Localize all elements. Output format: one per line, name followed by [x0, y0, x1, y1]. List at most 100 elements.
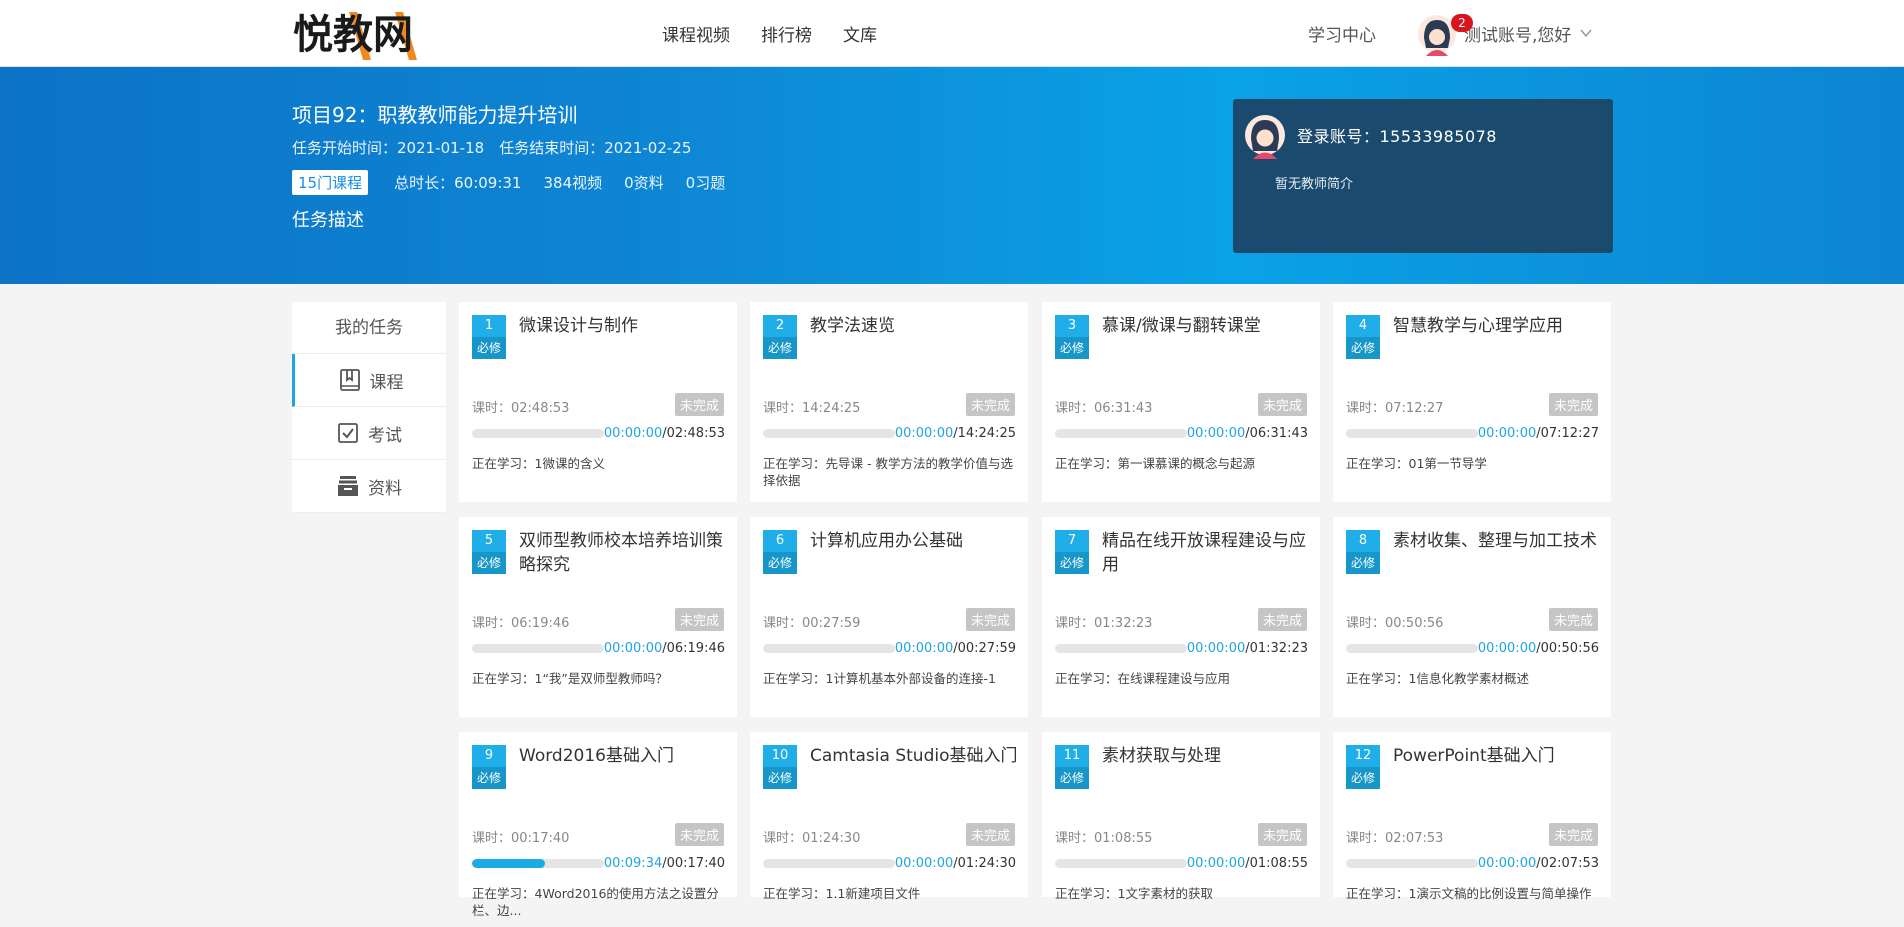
progress-time: 00:00:00/07:12:27	[1478, 426, 1599, 441]
current-lesson[interactable]: 正在学习：1“我”是双师型教师吗？	[472, 670, 725, 687]
course-card[interactable]: 10 必修 Camtasia Studio基础入门 课时：01:24:30 未完成 00:…	[750, 732, 1028, 901]
teacher-card: 登录账号：15533985078 暂无教师简介	[1233, 99, 1613, 253]
course-title[interactable]: Camtasia Studio基础入门	[810, 744, 1024, 768]
course-title[interactable]: Word2016基础入门	[519, 744, 733, 768]
progress-bar	[763, 429, 895, 438]
course-duration: 课时：07:12:27	[1346, 401, 1444, 416]
logo-text: 悦教网	[293, 12, 413, 58]
sidebar-item-materials[interactable]: 资料	[292, 460, 446, 513]
course-card[interactable]: 3 必修 慕课/微课与翻转课堂 课时：06:31:43 未完成 00:00:00/06:3…	[1042, 302, 1320, 502]
status-badge: 未完成	[965, 393, 1015, 416]
course-duration: 课时：02:48:53	[472, 401, 570, 416]
course-title[interactable]: 精品在线开放课程建设与应用	[1102, 529, 1316, 577]
progress-total: /06:19:46	[662, 641, 725, 656]
course-number-badge: 10	[763, 745, 797, 767]
current-lesson[interactable]: 正在学习：01第一节导学	[1346, 455, 1599, 472]
course-card[interactable]: 11 必修 素材获取与处理 课时：01:08:55 未完成 00:00:00/01:08:…	[1042, 732, 1320, 901]
course-card[interactable]: 8 必修 素材收集、整理与加工技术 课时：00:50:56 未完成 00:00:00/00…	[1333, 517, 1611, 717]
course-title[interactable]: 素材收集、整理与加工技术	[1393, 529, 1607, 553]
course-title[interactable]: 智慧教学与心理学应用	[1393, 314, 1607, 338]
course-number-badge: 1	[472, 315, 506, 337]
progress-bar	[763, 859, 895, 868]
course-card[interactable]: 4 必修 智慧教学与心理学应用 课时：07:12:27 未完成 00:00:00/07:1…	[1333, 302, 1611, 502]
project-banner: 项目92：职教教师能力提升培训 任务开始时间：2021-01-18 任务结束时间：…	[0, 67, 1904, 284]
required-badge: 必修	[763, 552, 797, 574]
course-duration: 课时：01:08:55	[1055, 831, 1153, 846]
start-date: 任务开始时间：2021-01-18	[292, 139, 485, 157]
course-card[interactable]: 9 必修 Word2016基础入门 课时：00:17:40 未完成 00:09:34/00…	[459, 732, 737, 918]
total-duration-label: 总时长：	[394, 174, 455, 192]
progress-total: /00:27:59	[953, 641, 1016, 656]
course-duration: 课时：01:32:23	[1055, 616, 1153, 631]
progress-current: 00:00:00	[1477, 426, 1537, 441]
teacher-intro: 暂无教师简介	[1275, 177, 1354, 192]
course-title[interactable]: 微课设计与制作	[519, 314, 733, 338]
current-lesson[interactable]: 正在学习：1微课的含义	[472, 455, 725, 472]
course-title[interactable]: 计算机应用办公基础	[810, 529, 1024, 553]
current-lesson[interactable]: 正在学习：1计算机基本外部设备的连接-1	[763, 670, 1016, 687]
course-card[interactable]: 7 必修 精品在线开放课程建设与应用 课时：01:32:23 未完成 00:00:00/0…	[1042, 517, 1320, 717]
progress-total: /01:24:30	[953, 856, 1016, 871]
progress-current: 00:00:00	[603, 641, 663, 656]
progress-current: 00:00:00	[603, 426, 663, 441]
progress-time: 00:00:00/01:24:30	[895, 856, 1016, 871]
course-card[interactable]: 5 必修 双师型教师校本培养培训策略探究 课时：06:19:46 未完成 00:00:00…	[459, 517, 737, 717]
course-title[interactable]: 双师型教师校本培养培训策略探究	[519, 529, 733, 577]
course-card[interactable]: 6 必修 计算机应用办公基础 课时：00:27:59 未完成 00:00:00/00:27…	[750, 517, 1028, 717]
required-badge: 必修	[472, 767, 506, 789]
course-title[interactable]: PowerPoint基础入门	[1393, 744, 1607, 768]
progress-bar	[763, 644, 895, 653]
course-card[interactable]: 12 必修 PowerPoint基础入门 课时：02:07:53 未完成 00:00:00…	[1333, 732, 1611, 901]
required-badge: 必修	[1055, 337, 1089, 359]
current-lesson[interactable]: 正在学习：1文字素材的获取	[1055, 885, 1308, 902]
current-lesson[interactable]: 正在学习：4Word2016的使用方法之设置分栏、边...	[472, 885, 725, 919]
exercise-count: 0习题	[685, 174, 726, 192]
progress-current: 00:00:00	[1477, 641, 1537, 656]
current-lesson[interactable]: 正在学习：第一课慕课的概念与起源	[1055, 455, 1308, 472]
course-card[interactable]: 2 必修 教学法速览 课时：14:24:25 未完成 00:00:00/14:24:25 正…	[750, 302, 1028, 502]
login-account: 登录账号：15533985078	[1297, 127, 1497, 146]
site-logo[interactable]: 悦教网	[291, 4, 423, 62]
course-number-badge: 2	[763, 315, 797, 337]
progress-time: 00:00:00/02:07:53	[1478, 856, 1599, 871]
chevron-down-icon[interactable]	[1579, 26, 1593, 40]
progress-bar	[1055, 429, 1187, 438]
course-number-badge: 8	[1346, 530, 1380, 552]
progress-total: /01:32:23	[1245, 641, 1308, 656]
status-badge: 未完成	[674, 823, 724, 846]
sidebar-item-exams[interactable]: 考试	[292, 407, 446, 460]
nav-course-videos[interactable]: 课程视频	[662, 21, 730, 46]
user-menu[interactable]: 2 测试账号,您好	[1418, 9, 1593, 57]
progress-time: 00:00:00/14:24:25	[895, 426, 1016, 441]
current-lesson[interactable]: 正在学习：在线课程建设与应用	[1055, 670, 1308, 687]
sidebar-item-label: 资料	[368, 478, 402, 499]
current-lesson[interactable]: 正在学习：先导课 - 教学方法的教学价值与选择依据	[763, 455, 1016, 489]
course-duration: 课时：01:24:30	[763, 831, 861, 846]
status-badge: 未完成	[1548, 608, 1598, 631]
progress-bar	[1055, 644, 1187, 653]
task-description-link[interactable]: 任务描述	[292, 206, 364, 232]
progress-current: 00:00:00	[894, 426, 954, 441]
user-greeting[interactable]: 测试账号,您好	[1464, 21, 1571, 46]
course-title[interactable]: 教学法速览	[810, 314, 1024, 338]
video-count: 384视频	[543, 174, 603, 192]
progress-bar	[472, 859, 604, 868]
sidebar-item-courses[interactable]: 课程	[292, 354, 446, 407]
status-badge: 未完成	[1548, 823, 1598, 846]
nav-library[interactable]: 文库	[843, 21, 877, 46]
study-center-link[interactable]: 学习中心	[1308, 21, 1376, 46]
current-lesson[interactable]: 正在学习：1演示文稿的比例设置与简单操作	[1346, 885, 1599, 902]
course-title[interactable]: 素材获取与处理	[1102, 744, 1316, 768]
course-number-badge: 3	[1055, 315, 1089, 337]
course-count-pill: 15门课程	[292, 170, 369, 195]
current-lesson[interactable]: 正在学习：1信息化教学素材概述	[1346, 670, 1599, 687]
current-lesson[interactable]: 正在学习：1.1新建项目文件	[763, 885, 1016, 902]
required-badge: 必修	[1346, 337, 1380, 359]
avatar[interactable]: 2	[1418, 10, 1473, 56]
status-badge: 未完成	[965, 608, 1015, 631]
nav-ranking[interactable]: 排行榜	[761, 21, 812, 46]
course-title[interactable]: 慕课/微课与翻转课堂	[1102, 314, 1316, 338]
progress-current: 00:00:00	[894, 641, 954, 656]
course-duration: 课时：14:24:25	[763, 401, 861, 416]
course-card[interactable]: 1 必修 微课设计与制作 课时：02:48:53 未完成 00:00:00/02:48:5…	[459, 302, 737, 502]
